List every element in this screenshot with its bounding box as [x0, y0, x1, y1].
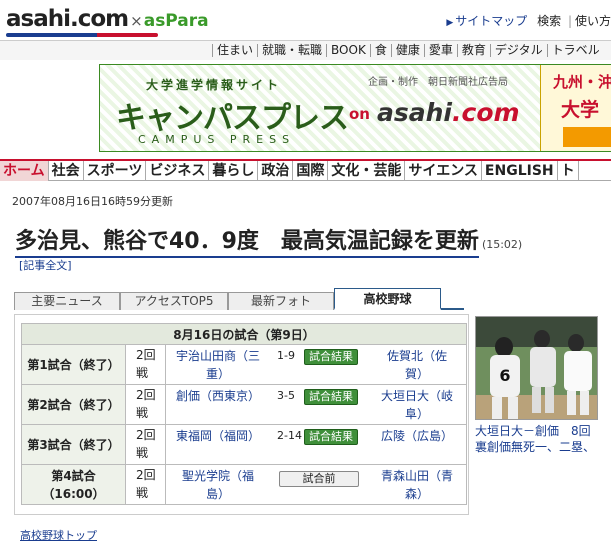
game-score: 1-9 [277, 349, 295, 362]
sitemap-link[interactable]: サイトマップ [455, 14, 527, 28]
banner-asahi-logo: asahi.com [377, 98, 520, 127]
game-teams: 宇治山田商（三重） 1-9 試合結果 佐賀北（佐賀） [165, 344, 467, 385]
nav-international[interactable]: 国際 [293, 161, 329, 181]
full-article-link[interactable]: [記事全文] [19, 257, 72, 273]
section-link[interactable]: 食 [369, 44, 391, 57]
section-link[interactable]: 健康 [390, 44, 424, 57]
nav-sports[interactable]: スポーツ [84, 161, 147, 181]
away-team-link[interactable]: 佐賀北（佐賀） [378, 347, 456, 383]
nav-english[interactable]: ENGLISH [482, 161, 558, 181]
logo-underline [6, 33, 158, 37]
game-label: 第4試合（16:00） [21, 464, 126, 505]
section-nav: 住まい 就職・転職 BOOK 食健康 愛車 教育 デジタル トラベル [0, 40, 611, 60]
away-team-link[interactable]: 広陵（広島） [378, 427, 456, 445]
logo-com: .com [70, 6, 129, 32]
banner-title: キャンパスプレス [116, 101, 349, 136]
nav-science[interactable]: サイエンス [405, 161, 482, 181]
photo-caption[interactable]: 大垣日大－創価 8回裏創価無死一、二塁、 [475, 423, 601, 455]
tab-main-news[interactable]: 主要ニュース [14, 292, 120, 310]
headline-time: (15:02) [481, 238, 523, 251]
logo-x: × [130, 12, 143, 30]
game-score: 2-14 [277, 429, 302, 442]
baseball-top-link[interactable]: 高校野球トップ [20, 527, 97, 543]
utility-links: ▶ サイトマップ 検索 | 使い方 [440, 12, 611, 29]
games-table: 8月16日の試合（第9日） 第1試合（終了） 2回戦 宇治山田商（三重） 1-9… [21, 323, 467, 505]
banner-on: on [349, 105, 370, 123]
game-label: 第1試合（終了） [21, 344, 126, 385]
home-team-link[interactable]: 創価（西東京） [176, 387, 260, 405]
headline-link[interactable]: 多治見、熊谷で40．9度 最高気温記録を更新 [15, 229, 479, 258]
section-link[interactable]: 住まい [212, 44, 257, 57]
banner-credit: 企画・制作 朝日新聞社広告局 [368, 77, 508, 88]
top-headline: 多治見、熊谷で40．9度 最高気温記録を更新 (15:02) [15, 223, 523, 258]
table-row: 第3試合（終了） 2回戦 東福岡（福岡） 2-14 試合結果 広陵（広島） [21, 424, 467, 465]
side-ad-button [563, 127, 611, 147]
game-round: 2回戦 [125, 464, 166, 505]
banner-asahi: asahi [377, 98, 452, 127]
game-label: 第3試合（終了） [21, 424, 126, 465]
logo-aspara: asPara [143, 11, 209, 31]
nav-living[interactable]: 暮らし [209, 161, 259, 181]
banner-side-ad[interactable]: 九州・沖 大学 [540, 65, 611, 151]
games-caption: 8月16日の試合（第9日） [21, 323, 467, 345]
home-team-link[interactable]: 宇治山田商（三重） [176, 347, 260, 383]
game-round: 2回戦 [125, 344, 166, 385]
game-score: 3-5 [277, 389, 295, 402]
player-number: 6 [499, 366, 510, 385]
game-round: 2回戦 [125, 424, 166, 465]
nav-more[interactable]: ト [558, 161, 579, 181]
table-row: 第4試合（16:00） 2回戦 聖光学院（福島） 試合前 青森山田（青森） [21, 464, 467, 505]
game-label: 第2試合（終了） [21, 384, 126, 425]
nav-society[interactable]: 社会 [49, 161, 84, 181]
banner-subtitle: 大学進学情報サイト [146, 78, 282, 92]
site-logo[interactable]: asahi.com × asPara [6, 6, 209, 37]
campus-press-banner[interactable]: 大学進学情報サイト 企画・制作 朝日新聞社広告局 キャンパスプレス on asa… [99, 64, 611, 152]
home-team-link[interactable]: 聖光学院（福島） [176, 467, 260, 503]
result-button[interactable]: 試合結果 [304, 349, 358, 365]
section-link[interactable]: トラベル [546, 44, 604, 57]
nav-politics[interactable]: 政治 [258, 161, 294, 181]
main-nav: ホーム 社会 スポーツ ビジネス 暮らし 政治 国際 文化・芸能 サイエンス ENGLISH ト [0, 159, 611, 181]
tab-high-school-baseball[interactable]: 高校野球 [334, 288, 441, 310]
tab-latest-photo[interactable]: 最新フォト [228, 292, 334, 310]
nav-business[interactable]: ビジネス [146, 161, 210, 181]
table-row: 第2試合（終了） 2回戦 創価（西東京） 3-5 試合結果 大垣日大（岐阜） [21, 384, 467, 425]
divider: | [567, 14, 572, 28]
news-tabs: 主要ニュース アクセスTOP5 最新フォト 高校野球 [14, 288, 464, 310]
side-ad-line1: 九州・沖 [553, 73, 611, 91]
result-button[interactable]: 試合結果 [304, 389, 358, 405]
update-timestamp: 2007年08月16日16時59分更新 [12, 195, 173, 208]
away-team-link[interactable]: 青森山田（青森） [378, 467, 456, 503]
baseball-board: 8月16日の試合（第9日） 第1試合（終了） 2回戦 宇治山田商（三重） 1-9… [14, 314, 469, 515]
baseball-photo[interactable]: 6 [475, 316, 598, 420]
home-team-link[interactable]: 東福岡（福岡） [176, 427, 260, 445]
sitemap-arrow-icon: ▶ [446, 18, 454, 28]
table-row: 第1試合（終了） 2回戦 宇治山田商（三重） 1-9 試合結果 佐賀北（佐賀） [21, 344, 467, 385]
logo-asahi: asahi [6, 6, 71, 32]
nav-culture[interactable]: 文化・芸能 [328, 161, 406, 181]
tab-access-top5[interactable]: アクセスTOP5 [120, 292, 228, 310]
section-link[interactable]: 愛車 [423, 44, 457, 57]
photo-image: 6 [476, 317, 597, 419]
game-round: 2回戦 [125, 384, 166, 425]
banner-romaji: CAMPUS PRESS [138, 133, 296, 146]
search-link[interactable]: 検索 [537, 14, 561, 28]
section-link[interactable]: 就職・転職 [257, 44, 326, 57]
pregame-button[interactable]: 試合前 [279, 471, 359, 487]
away-team-link[interactable]: 大垣日大（岐阜） [378, 387, 456, 423]
nav-home[interactable]: ホーム [0, 161, 49, 181]
section-link[interactable]: BOOK [326, 44, 370, 57]
side-ad-line2: 大学 [561, 99, 600, 121]
result-button[interactable]: 試合結果 [304, 429, 358, 445]
game-teams: 東福岡（福岡） 2-14 試合結果 広陵（広島） [165, 424, 467, 465]
game-teams: 創価（西東京） 3-5 試合結果 大垣日大（岐阜） [165, 384, 467, 425]
section-link[interactable]: 教育 [456, 44, 490, 57]
game-teams: 聖光学院（福島） 試合前 青森山田（青森） [165, 464, 467, 505]
banner-dotcom: .com [452, 98, 520, 127]
section-link[interactable]: デジタル [489, 44, 547, 57]
howto-link[interactable]: 使い方 [575, 14, 611, 28]
top-bar: asahi.com × asPara ▶ サイトマップ 検索 | 使い方 [0, 0, 611, 40]
